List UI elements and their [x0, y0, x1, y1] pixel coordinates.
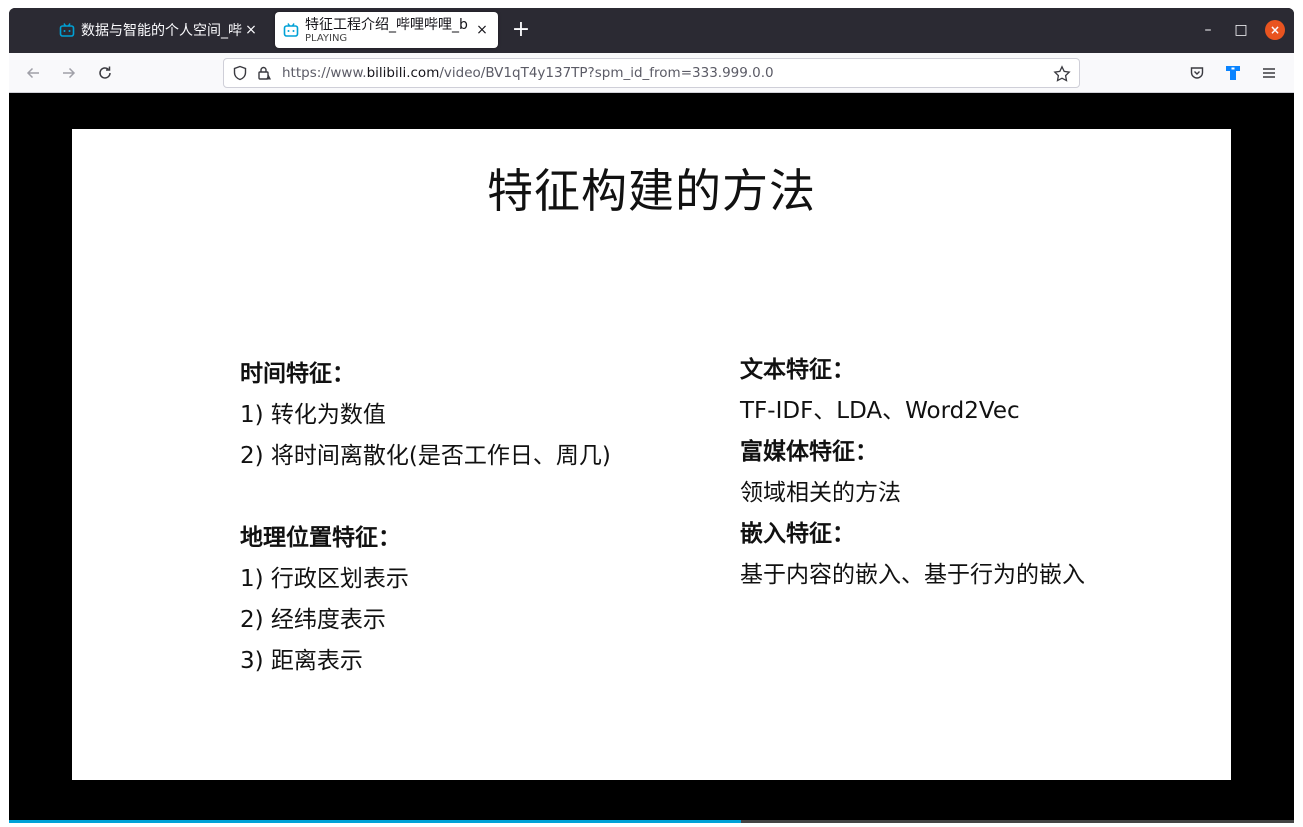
- tab-title: 数据与智能的个人空间_哔: [81, 23, 242, 39]
- browser-window: 数据与智能的个人空间_哔 × 特征工程介绍_哔哩哔哩_b PLAYING × +: [9, 8, 1294, 823]
- tab-close-icon[interactable]: ×: [243, 22, 259, 38]
- tab-close-icon[interactable]: ×: [474, 22, 490, 38]
- minimize-button[interactable]: –: [1198, 20, 1218, 40]
- section-heading: 文本特征：: [740, 357, 855, 383]
- bullet-item: TF-IDF、LDA、Word2Vec: [740, 398, 1020, 424]
- slide-title: 特征构建的方法: [487, 164, 816, 218]
- section-heading: 时间特征：: [240, 361, 355, 387]
- bookmark-star-icon[interactable]: [1053, 65, 1071, 83]
- new-tab-button[interactable]: +: [509, 18, 533, 42]
- video-player[interactable]: 特征构建的方法 时间特征： 1) 转化为数值 2) 将时间离散化(是否工作日、周几)…: [9, 93, 1294, 823]
- pocket-button[interactable]: [1185, 61, 1209, 85]
- url-domain: bilibili.com: [366, 65, 440, 81]
- menu-button[interactable]: [1257, 61, 1281, 85]
- extension-icon: [1226, 66, 1240, 80]
- arrow-right-icon: [63, 67, 76, 79]
- tab-feature-engineering[interactable]: 特征工程介绍_哔哩哔哩_b PLAYING ×: [275, 12, 498, 48]
- bilibili-favicon-icon: [59, 22, 75, 38]
- section-heading: 嵌入特征：: [740, 521, 855, 547]
- bullet-item: 基于内容的嵌入、基于行为的嵌入: [740, 562, 1085, 588]
- forward-button[interactable]: [57, 61, 81, 85]
- back-button[interactable]: [21, 61, 45, 85]
- bullet-item: 1) 行政区划表示: [240, 566, 409, 592]
- bullet-item: 2) 经纬度表示: [240, 607, 386, 633]
- section-heading: 地理位置特征：: [240, 525, 401, 551]
- navigation-toolbar: https://www.bilibili.com/video/BV1qT4y13…: [9, 53, 1294, 93]
- video-progress-bar[interactable]: [9, 820, 1294, 823]
- section-heading: 富媒体特征：: [740, 439, 878, 465]
- tab-playing-label: PLAYING: [305, 32, 348, 44]
- extension-button[interactable]: [1221, 61, 1245, 85]
- reload-button[interactable]: [93, 61, 117, 85]
- tab-title: 特征工程介绍_哔哩哔哩_b: [305, 16, 468, 33]
- url-path: /video/BV1qT4y137TP?spm_id_from=333.999.…: [439, 65, 774, 81]
- slide-left-column: 时间特征： 1) 转化为数值 2) 将时间离散化(是否工作日、周几) 地理位置特征： 1…: [240, 354, 611, 682]
- slide-frame: 特征构建的方法 时间特征： 1) 转化为数值 2) 将时间离散化(是否工作日、周几)…: [72, 129, 1231, 780]
- tracking-protection-shield-icon[interactable]: [232, 65, 248, 81]
- slide-right-column: 文本特征： TF-IDF、LDA、Word2Vec 富媒体特征： 领域相关的方法 嵌入特…: [740, 350, 1085, 596]
- arrow-left-icon: [26, 67, 39, 79]
- tab-strip: 数据与智能的个人空间_哔 × 特征工程介绍_哔哩哔哩_b PLAYING × +: [9, 8, 1294, 53]
- maximize-button[interactable]: □: [1231, 20, 1251, 40]
- reload-icon: [99, 66, 111, 79]
- bilibili-favicon-icon: [283, 22, 299, 38]
- hamburger-menu-icon: [1263, 68, 1275, 78]
- url-text[interactable]: https://www.bilibili.com/video/BV1qT4y13…: [282, 65, 774, 81]
- bullet-item: 2) 将时间离散化(是否工作日、周几): [240, 443, 611, 469]
- pocket-icon: [1190, 67, 1204, 79]
- url-prefix: https://www.: [282, 65, 367, 81]
- tab-personal-space[interactable]: 数据与智能的个人空间_哔 ×: [51, 12, 267, 48]
- bullet-item: 领域相关的方法: [740, 480, 901, 506]
- close-window-button[interactable]: ×: [1265, 20, 1285, 40]
- video-progress-fill: [9, 820, 742, 823]
- bullet-item: 1) 转化为数值: [240, 402, 386, 428]
- lock-warning-icon[interactable]: [256, 65, 272, 81]
- url-bar[interactable]: https://www.bilibili.com/video/BV1qT4y13…: [223, 58, 1080, 88]
- bullet-item: 3) 距离表示: [240, 648, 363, 674]
